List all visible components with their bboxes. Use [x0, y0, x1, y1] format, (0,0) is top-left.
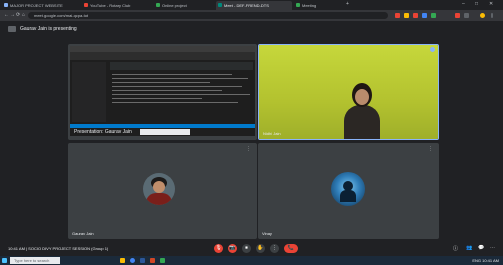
extension-icon[interactable]	[431, 13, 436, 18]
tab-label: Meeting	[302, 3, 317, 8]
camera-toggle-button[interactable]: 📷	[228, 244, 237, 253]
shared-screen	[70, 46, 255, 136]
presentation-tile[interactable]: Presentation: Gaurav Jain	[68, 44, 257, 140]
minimize-button[interactable]: –	[462, 1, 465, 7]
meet-icon	[296, 3, 300, 7]
chat-icon[interactable]: 💬	[478, 245, 484, 251]
webcam-tile[interactable]: Nidhi Jain	[258, 44, 439, 140]
code-line	[112, 98, 202, 99]
speaking-indicator-icon	[430, 47, 435, 52]
code-line	[112, 86, 242, 87]
extension-icon[interactable]	[413, 13, 418, 18]
code-line	[112, 74, 232, 75]
code-line	[112, 78, 248, 79]
browser-tab-1[interactable]: MAJOR PROJECT WEBSITE	[2, 1, 80, 10]
extension-icon[interactable]	[455, 13, 460, 18]
shared-taskbar-popup	[140, 129, 190, 135]
mic-toggle-button[interactable]: 🎙	[214, 244, 223, 253]
raise-hand-button[interactable]: ✋	[256, 244, 265, 253]
meet-icon	[218, 3, 222, 7]
more-options-icon[interactable]: ⋮	[246, 146, 251, 152]
file-explorer-icon[interactable]	[120, 258, 125, 263]
people-icon[interactable]: 👥	[466, 245, 472, 251]
activities-icon[interactable]: ⋯	[490, 245, 495, 251]
shared-window-statusbar	[70, 124, 255, 128]
shared-window-menubar	[70, 52, 255, 60]
tab-label: YouTube - Rotary Club	[90, 3, 131, 8]
extension-icon[interactable]	[464, 13, 469, 18]
app-icon[interactable]	[150, 258, 155, 263]
participant-tile-2[interactable]: ⋮ Vinay	[258, 143, 439, 239]
address-bar[interactable]: meet.google.com/mai-qcpa-tot	[28, 12, 388, 19]
participant-avatar	[143, 173, 175, 205]
extension-icon[interactable]	[422, 13, 427, 18]
taskbar-search[interactable]: Type here to search	[10, 257, 60, 264]
system-tray-clock: ENG 10:41 AM	[472, 258, 499, 263]
participant-name: Nidhi Jain	[263, 131, 281, 136]
presenting-message: Gaurav Jain is presenting	[20, 26, 77, 32]
tab-label: Meet - DEF-FREND-DTS	[224, 3, 269, 8]
code-line	[112, 102, 238, 103]
browser-tab-3[interactable]: Online project	[154, 1, 214, 10]
more-options-button[interactable]: ⋮	[270, 244, 279, 253]
code-line	[112, 90, 222, 91]
home-icon[interactable]: ⌂	[22, 12, 25, 18]
browser-toolbar: ← → ⟳ ⌂ meet.google.com/mai-qcpa-tot	[0, 10, 503, 21]
reload-icon[interactable]: ⟳	[16, 12, 20, 18]
tab-favicon-icon	[156, 3, 160, 7]
tab-favicon-icon	[4, 3, 8, 7]
chrome-icon[interactable]	[130, 258, 135, 263]
back-icon[interactable]: ←	[4, 12, 9, 18]
presenting-banner: Gaurav Jain is presenting	[0, 21, 503, 39]
forward-icon[interactable]: →	[10, 12, 15, 18]
captions-button[interactable]: ⏹	[242, 244, 251, 253]
browser-tab-bar: MAJOR PROJECT WEBSITE YouTube - Rotary C…	[0, 0, 503, 10]
profile-avatar[interactable]	[480, 13, 485, 18]
browser-tab-2[interactable]: YouTube - Rotary Club	[82, 1, 152, 10]
browser-tab-5[interactable]: Meeting	[294, 1, 342, 10]
browser-tab-4[interactable]: Meet - DEF-FREND-DTS	[216, 1, 292, 10]
start-menu-icon[interactable]	[2, 258, 7, 263]
meeting-details: 10:41 AM | SOCIO DIVY PROJECT SESSION (G…	[8, 246, 109, 251]
participant-video-person	[344, 83, 380, 139]
shared-window-sidebar	[72, 62, 106, 122]
code-line	[112, 82, 210, 83]
youtube-icon	[84, 3, 88, 7]
meeting-control-bar: 10:41 AM | SOCIO DIVY PROJECT SESSION (G…	[0, 242, 503, 256]
more-options-icon[interactable]: ⋮	[428, 146, 433, 152]
app-icon[interactable]	[160, 258, 165, 263]
new-tab-button[interactable]: +	[346, 1, 349, 7]
shared-window-tabs	[110, 62, 253, 70]
participant-avatar	[331, 172, 365, 206]
participant-name: Vinay	[262, 231, 272, 236]
extension-icon[interactable]	[395, 13, 400, 18]
presenter-name: Presentation: Gaurav Jain	[74, 129, 132, 135]
tab-label: MAJOR PROJECT WEBSITE	[10, 3, 63, 8]
close-button[interactable]: ✕	[489, 1, 493, 7]
code-line	[112, 94, 250, 95]
info-icon[interactable]: ⓘ	[453, 245, 458, 252]
extension-icon[interactable]	[404, 13, 409, 18]
app-icon[interactable]	[140, 258, 145, 263]
present-screen-icon	[8, 26, 16, 32]
os-taskbar: Type here to search ENG 10:41 AM	[0, 256, 503, 265]
participant-name: Gaurav Jain	[72, 231, 94, 236]
tab-label: Online project	[162, 3, 187, 8]
participant-tile-1[interactable]: ⋮ Gaurav Jain	[68, 143, 257, 239]
leave-call-button[interactable]: 📞	[284, 244, 298, 253]
maximize-button[interactable]: □	[475, 1, 478, 7]
menu-icon[interactable]	[491, 13, 493, 18]
